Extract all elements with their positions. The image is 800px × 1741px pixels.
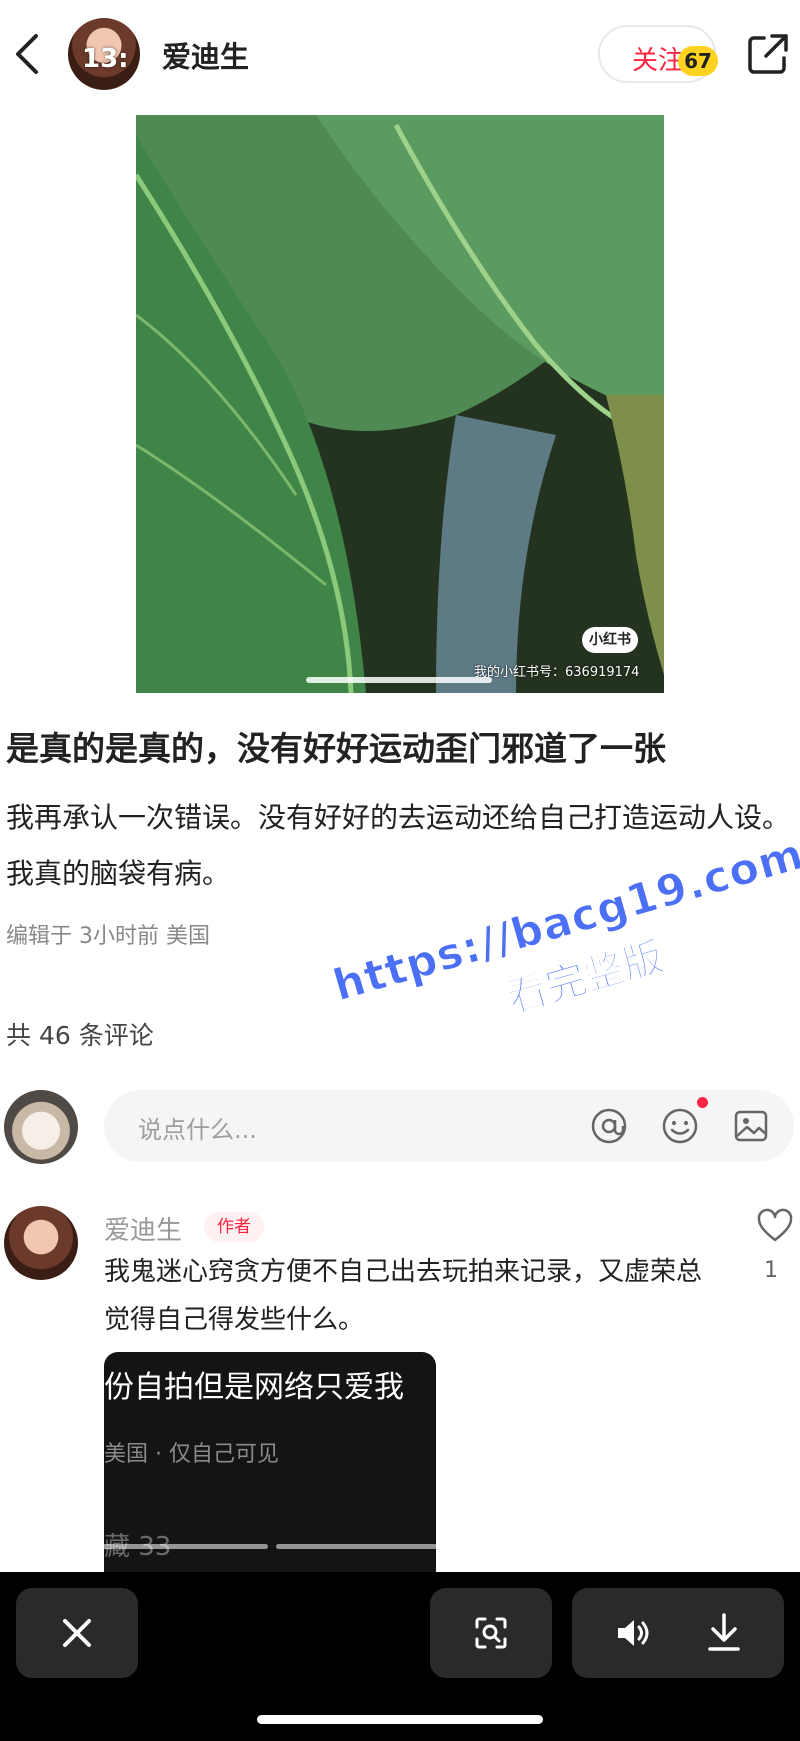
image-icon[interactable]	[731, 1106, 771, 1146]
close-icon	[63, 1619, 91, 1647]
watermark-logo: 小红书	[582, 627, 638, 653]
comment-author-name[interactable]: 爱迪生	[104, 1210, 182, 1247]
heart-icon[interactable]	[756, 1208, 794, 1244]
top-bar: 13: 爱迪生 关注 67	[0, 0, 800, 110]
avatar-overlay-text: 13:	[82, 44, 129, 74]
media-controls	[572, 1588, 784, 1678]
share-icon[interactable]	[744, 30, 792, 78]
my-avatar	[4, 1090, 78, 1164]
comment-text: 我鬼迷心窍贪方便不自己出去玩拍来记录，又虚荣总觉得自己得发些什么。	[104, 1257, 703, 1335]
watermark-id: 我的小红书号：636919174	[474, 665, 640, 680]
emoji-notification-dot	[697, 1097, 708, 1108]
emoji-icon[interactable]	[660, 1106, 700, 1146]
download-icon[interactable]	[704, 1611, 744, 1655]
scan-button[interactable]	[430, 1588, 552, 1678]
author-avatar[interactable]: 13:	[68, 18, 140, 90]
follow-badge: 67	[678, 46, 718, 76]
comment-image-line: 美国 · 仅自己可见	[104, 1442, 279, 1467]
close-button[interactable]	[16, 1588, 138, 1678]
author-tag: 作者	[204, 1212, 264, 1242]
comment-count: 共 46 条评论	[6, 1021, 154, 1050]
post-title: 是真的是真的，没有好好运动歪门邪道了一张	[6, 729, 666, 768]
leaf-photo	[136, 115, 664, 693]
progress-segment	[276, 1544, 524, 1549]
volume-icon[interactable]	[612, 1613, 652, 1653]
progress-segment	[22, 1544, 268, 1549]
like-count: 1	[764, 1258, 778, 1283]
at-icon[interactable]	[589, 1106, 629, 1146]
comment-image-line: 份自拍但是网络只爱我	[104, 1370, 404, 1405]
scan-icon	[475, 1617, 507, 1649]
photo-scrubber[interactable]	[306, 677, 492, 683]
progress-segment	[532, 1544, 780, 1549]
home-indicator[interactable]	[257, 1715, 543, 1724]
post-photo[interactable]: 小红书 我的小红书号：636919174	[136, 115, 664, 693]
post-meta: 编辑于 3小时前 美国	[6, 924, 210, 949]
author-name[interactable]: 爱迪生	[162, 34, 249, 76]
follow-label: 关注	[632, 46, 685, 76]
comment-input-placeholder: 说点什么...	[138, 1116, 257, 1144]
comment-avatar[interactable]	[4, 1206, 78, 1280]
chevron-left-icon[interactable]	[6, 28, 50, 80]
